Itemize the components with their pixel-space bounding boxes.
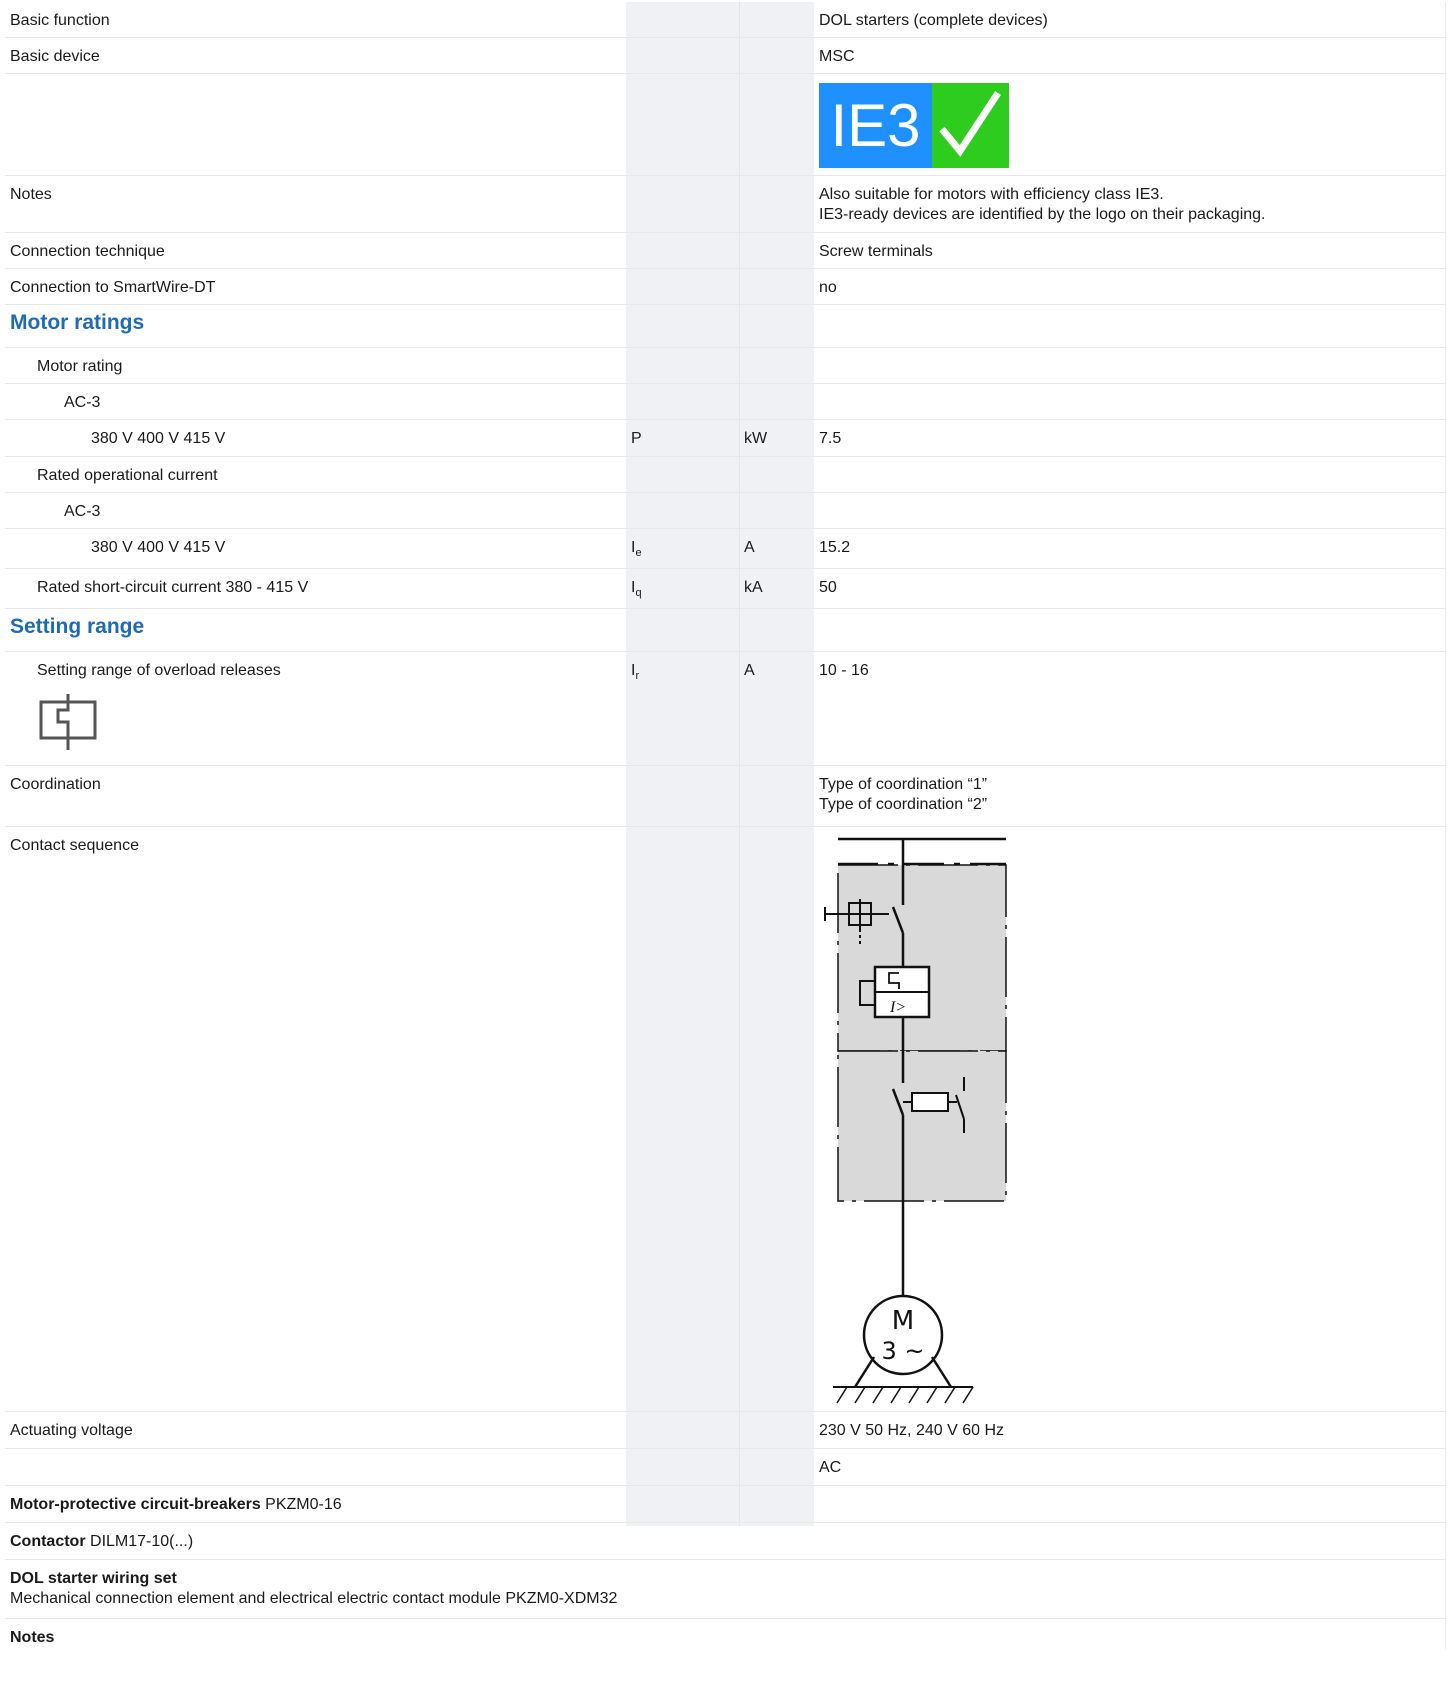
coordination-line-2: Type of coordination “2” — [819, 796, 988, 813]
symbol: Ie — [631, 539, 642, 559]
row-contact-sequence: Contact sequence I> M 3 ~ — [5, 827, 1445, 1412]
ie3-logo-text: IE3 — [819, 83, 932, 168]
wiring-set-text: DOL starter wiring set Mechanical connec… — [10, 1570, 618, 1607]
row-motor-ratings-heading: Motor ratings — [5, 305, 1445, 348]
row-notes: Notes Also suitable for motors with effi… — [5, 176, 1445, 233]
unit: A — [744, 539, 755, 556]
value: Type of coordination “1” Type of coordin… — [819, 775, 987, 815]
trip-label: I> — [889, 999, 906, 1016]
label: AC-3 — [64, 503, 101, 520]
mpcb-text: Motor-protective circuit-breakers PKZM0-… — [10, 1496, 342, 1513]
value: Screw terminals — [819, 243, 933, 260]
value: Also suitable for motors with efficiency… — [819, 185, 1266, 225]
row-ac3-current: AC-3 — [5, 493, 1445, 529]
contactor-text: Contactor DILM17-10(...) — [10, 1533, 194, 1550]
row-basic-function: Basic function DOL starters (complete de… — [5, 2, 1445, 38]
check-icon — [932, 83, 1009, 168]
label: Rated operational current — [37, 467, 218, 484]
unit: kW — [744, 430, 768, 447]
ie3-logo: IE3 — [819, 83, 1009, 168]
label: 380 V 400 V 415 V — [91, 539, 226, 556]
row-current-380: 380 V 400 V 415 V Ie A 15.2 — [5, 529, 1445, 569]
label: Motor rating — [37, 358, 123, 375]
contact-sequence-diagram: I> M 3 ~ — [817, 827, 1007, 1417]
symbol: Ir — [631, 662, 640, 682]
row-basic-device: Basic device MSC — [5, 38, 1445, 74]
row-motor-rating: Motor rating — [5, 348, 1445, 384]
row-rated-current: Rated operational current — [5, 457, 1445, 493]
label: Coordination — [10, 776, 101, 793]
label: AC-3 — [64, 394, 101, 411]
row-short-circuit: Rated short-circuit current 380 - 415 V … — [5, 569, 1445, 609]
row-ie3-logo: IE3 — [5, 74, 1445, 176]
datasheet: Basic function DOL starters (complete de… — [0, 0, 1450, 1688]
label: 380 V 400 V 415 V — [91, 430, 226, 447]
notes-footer-heading: Notes — [10, 1629, 55, 1646]
spec-table: Basic function DOL starters (complete de… — [5, 2, 1446, 1649]
value: AC — [819, 1459, 842, 1476]
row-actuating-voltage: Actuating voltage 230 V 50 Hz, 240 V 60 … — [5, 1412, 1445, 1449]
symbol: P — [631, 430, 642, 447]
label: Basic device — [10, 48, 100, 65]
row-setting-range-heading: Setting range — [5, 609, 1445, 652]
label: Setting range of overload releases — [37, 662, 281, 679]
label: Basic function — [10, 12, 110, 29]
value: 7.5 — [819, 430, 842, 447]
value: 10 - 16 — [819, 662, 869, 679]
row-wiring-set: DOL starter wiring set Mechanical connec… — [5, 1560, 1445, 1619]
section-heading-setting-range: Setting range — [10, 615, 145, 638]
row-connection-technique: Connection technique Screw terminals — [5, 233, 1445, 269]
unit: A — [744, 662, 755, 679]
unit: kA — [744, 579, 763, 596]
label: Connection to SmartWire-DT — [10, 279, 216, 296]
value: 15.2 — [819, 539, 851, 556]
motor-phase: 3 ~ — [881, 1337, 924, 1365]
notes-line-1: Also suitable for motors with efficiency… — [819, 186, 1164, 203]
coordination-line-1: Type of coordination “1” — [819, 776, 988, 793]
row-ac3-power: AC-3 — [5, 384, 1445, 420]
value: DOL starters (complete devices) — [819, 12, 1048, 29]
label: Notes — [10, 186, 52, 203]
row-power-380: 380 V 400 V 415 V P kW 7.5 — [5, 420, 1445, 457]
label: Actuating voltage — [10, 1422, 133, 1439]
label: Connection technique — [10, 243, 165, 260]
label: Contact sequence — [10, 837, 139, 854]
label: Rated short-circuit current 380 - 415 V — [37, 579, 309, 596]
row-contactor: Contactor DILM17-10(...) — [5, 1523, 1445, 1560]
notes-line-2: IE3-ready devices are identified by the … — [819, 206, 1266, 223]
row-actuating-type: AC — [5, 1449, 1445, 1486]
section-heading-motor-ratings: Motor ratings — [10, 311, 145, 334]
overload-release-icon — [10, 692, 99, 758]
value: no — [819, 279, 837, 296]
row-notes-footer: Notes — [5, 1619, 1445, 1649]
value: 230 V 50 Hz, 240 V 60 Hz — [819, 1422, 1004, 1439]
row-coordination: Coordination Type of coordination “1” Ty… — [5, 766, 1445, 827]
row-smartwire: Connection to SmartWire-DT no — [5, 269, 1445, 305]
symbol: Iq — [631, 579, 642, 599]
motor-letter: M — [892, 1306, 914, 1336]
row-overload: Setting range of overload releases Ir A … — [5, 652, 1445, 766]
value: 50 — [819, 579, 837, 596]
row-mpcb: Motor-protective circuit-breakers PKZM0-… — [5, 1486, 1445, 1523]
value: MSC — [819, 48, 855, 65]
